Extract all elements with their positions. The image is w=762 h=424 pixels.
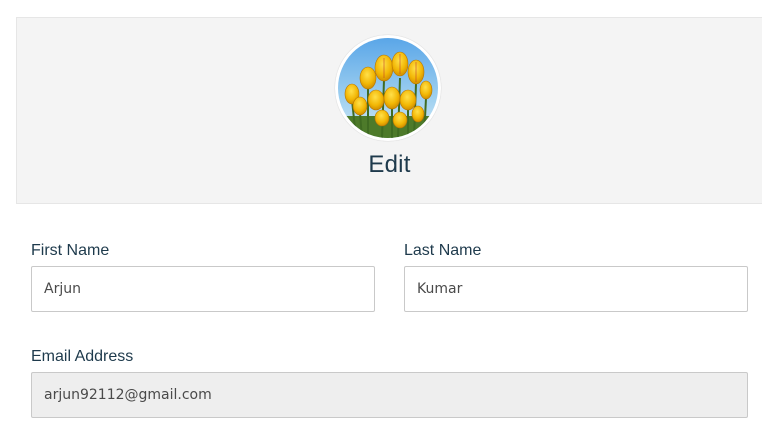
edit-profile-page: Edit First Name Last Name Email Address — [0, 0, 762, 424]
avatar[interactable] — [335, 35, 441, 141]
last-name-label: Last Name — [404, 242, 482, 259]
last-name-group: Last Name — [404, 241, 748, 312]
email-field[interactable] — [31, 372, 748, 418]
page-title: Edit — [368, 151, 411, 178]
first-name-group: First Name — [31, 241, 375, 312]
tulips-photo-icon — [338, 38, 438, 138]
email-group: Email Address — [31, 347, 748, 418]
profile-header: Edit — [16, 17, 762, 204]
last-name-field[interactable] — [404, 266, 748, 312]
first-name-label: First Name — [31, 242, 110, 259]
first-name-field[interactable] — [31, 266, 375, 312]
email-label: Email Address — [31, 348, 134, 365]
